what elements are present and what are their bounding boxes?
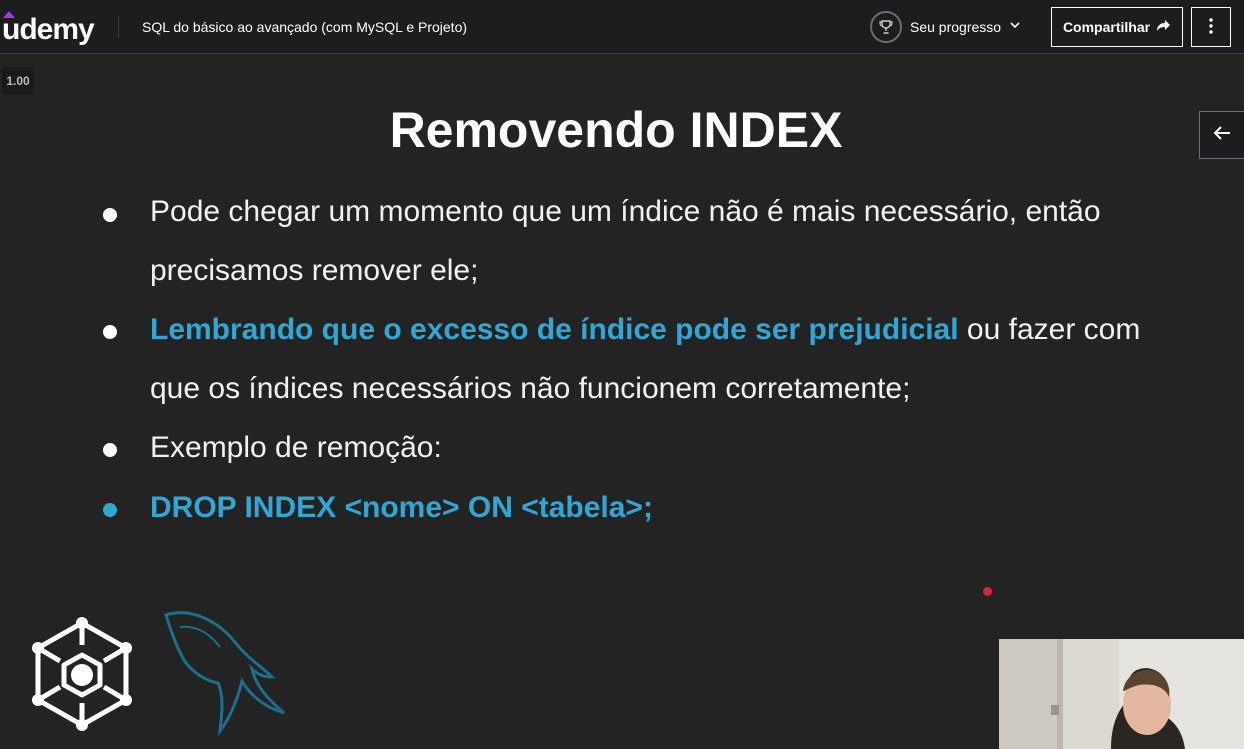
- playback-speed-indicator[interactable]: 1.00: [2, 67, 34, 95]
- more-vertical-icon: [1209, 17, 1213, 37]
- bullet-4-code: DROP INDEX <nome> ON <tabela>;: [150, 491, 653, 524]
- bullet-2-rest: ou fazer com: [958, 313, 1141, 346]
- bullet-dot: [103, 503, 117, 517]
- bullet-dot: [103, 443, 117, 457]
- header-divider: [118, 16, 119, 38]
- mysql-dolphin-logo: [164, 611, 285, 737]
- recording-dot: [983, 587, 992, 596]
- more-options-button[interactable]: [1191, 7, 1231, 47]
- share-button[interactable]: Compartilhar: [1051, 7, 1183, 47]
- bullet-dot: [103, 325, 117, 339]
- bullet-1-line-2: precisamos remover ele;: [150, 254, 479, 287]
- top-bar: udemy SQL do básico ao avançado (com MyS…: [0, 0, 1244, 54]
- share-button-label: Compartilhar: [1062, 19, 1151, 35]
- slide-title: Removendo INDEX: [389, 102, 843, 158]
- bullet-dot: [103, 208, 117, 222]
- bullet-2-line-2: que os índices necessários não funcionem…: [150, 372, 911, 405]
- progress-dropdown[interactable]: Seu progresso: [870, 9, 1021, 45]
- bullet-1-line-1: Pode chegar um momento que um índice não…: [150, 195, 1101, 228]
- bullet-3: Exemplo de remoção:: [150, 431, 442, 464]
- course-title[interactable]: SQL do básico ao avançado (com MySQL e P…: [142, 18, 467, 36]
- hexagon-network-logo: [32, 617, 132, 731]
- bullet-2-line-1: Lembrando que o excesso de índice pode s…: [150, 310, 1140, 350]
- chevron-down-icon: [1009, 18, 1021, 36]
- progress-label: Seu progresso: [910, 19, 1002, 35]
- share-arrow-icon: [1156, 19, 1171, 35]
- bullet-2-highlight: Lembrando que o excesso de índice pode s…: [150, 313, 959, 346]
- logo-text: udemy: [2, 13, 95, 46]
- trophy-icon: [870, 11, 902, 43]
- video-player[interactable]: 1.00 Removendo INDEX Pode chegar um mome…: [0, 55, 1244, 749]
- presenter-webcam: [999, 639, 1244, 749]
